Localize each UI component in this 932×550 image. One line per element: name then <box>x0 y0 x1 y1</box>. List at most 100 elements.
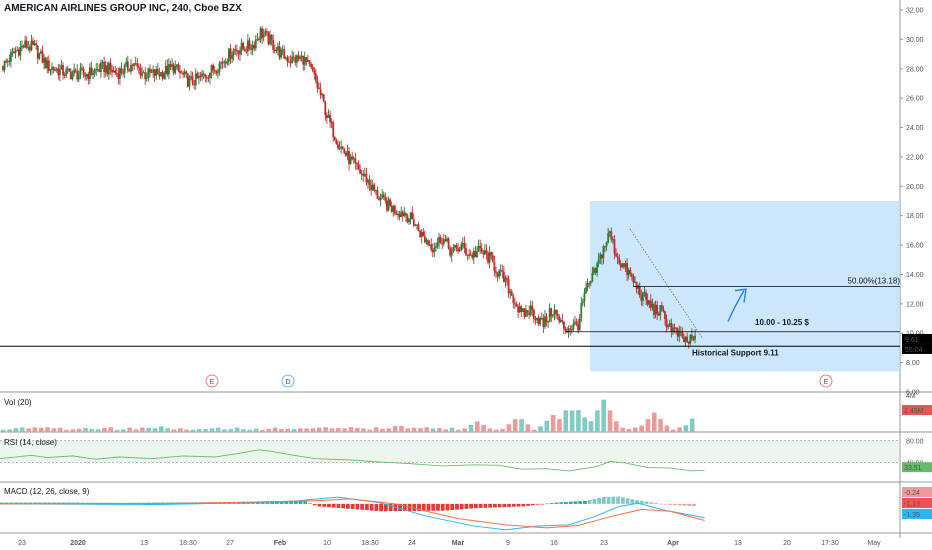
volume-bar <box>133 429 139 432</box>
candle-body <box>577 324 580 331</box>
candle-body <box>150 71 153 73</box>
macd-histogram-bar <box>611 496 616 504</box>
candle-body <box>409 212 412 219</box>
candle-body <box>428 244 431 246</box>
candle-body <box>3 60 6 71</box>
candle-body <box>232 49 235 56</box>
volume-bar <box>102 428 107 432</box>
candle-body <box>551 314 554 317</box>
candle-body <box>153 69 156 76</box>
macd-histogram-bar <box>492 503 497 508</box>
candle-body <box>512 295 515 304</box>
candle-body <box>381 194 384 198</box>
candle-body <box>651 304 654 308</box>
macd-histogram-bar <box>431 503 436 511</box>
candle-body <box>365 173 368 183</box>
candle-body <box>435 246 437 248</box>
candle-body <box>545 316 548 323</box>
candle-body <box>324 101 327 116</box>
volume-bar <box>418 428 423 432</box>
candle-body <box>493 261 496 272</box>
macd-histogram-bar <box>540 503 545 505</box>
volume-bar <box>380 428 385 432</box>
candle-body <box>85 74 88 77</box>
candle-body <box>163 73 166 79</box>
candle-body <box>632 276 635 283</box>
candle-body <box>627 269 630 275</box>
price-tick-label: 28.00 <box>906 66 924 73</box>
candle-body <box>107 63 110 75</box>
candle-body <box>292 56 295 58</box>
candle-body <box>423 236 426 243</box>
candle-body <box>337 144 339 149</box>
candle-body <box>642 292 644 301</box>
candle-body <box>502 271 505 282</box>
candle-body <box>362 173 365 176</box>
volume-bar <box>57 427 63 432</box>
macd-histogram-bar <box>578 501 583 504</box>
candle-body <box>104 65 107 73</box>
macd-histogram-bar <box>426 503 431 511</box>
candle-body <box>646 299 649 305</box>
candle-body <box>359 169 361 174</box>
volume-bar <box>348 427 354 432</box>
volume-bar <box>481 424 486 432</box>
candle-body <box>190 76 192 78</box>
volume-bar <box>51 428 57 432</box>
candle-body <box>319 89 322 96</box>
candle-body <box>343 149 346 154</box>
macd-histogram-bar <box>469 503 474 509</box>
candle-body <box>537 317 540 325</box>
candle-body <box>128 70 131 72</box>
candle-body <box>41 51 44 63</box>
candle-body <box>588 283 591 285</box>
macd-histogram-bar <box>687 503 692 506</box>
volume-bar <box>266 428 272 432</box>
volume-title: Vol (20) <box>4 398 32 407</box>
candle-body <box>278 46 281 58</box>
candle-body <box>653 304 655 316</box>
zone-label: 10.00 - 10.25 $ <box>755 318 809 327</box>
candle-body <box>528 312 531 315</box>
price-chart[interactable]: 32.00 30.00 28.00 26.00 24.00 22.00 20.00 18.00… <box>0 0 932 550</box>
candle-body <box>302 55 305 65</box>
macd-histogram-bar <box>620 497 625 504</box>
candle-body <box>624 263 627 268</box>
candle-body <box>33 43 36 45</box>
candle-body <box>490 252 493 256</box>
candle-body <box>466 254 469 256</box>
fib-label: 50.00%(13.18) <box>848 277 901 286</box>
candle-body <box>237 51 240 55</box>
candle-body <box>215 70 218 74</box>
candle-body <box>602 246 605 259</box>
volume-bar <box>89 429 95 432</box>
candle-body <box>242 42 245 49</box>
candle-body <box>134 63 137 65</box>
candle-body <box>422 231 425 237</box>
candle-body <box>378 198 380 201</box>
candle-body <box>521 308 524 312</box>
candle-body <box>348 151 350 165</box>
candle-body <box>248 40 251 49</box>
candle-body <box>89 67 91 80</box>
volume-bar <box>569 410 575 432</box>
candle-body <box>414 225 417 227</box>
volume-bar <box>443 429 448 432</box>
candle-body <box>137 66 140 68</box>
candle-body <box>659 305 662 316</box>
volume-bar <box>171 429 177 432</box>
candle-body <box>141 72 143 76</box>
candle-body <box>504 277 507 282</box>
candle-body <box>131 64 134 66</box>
candle-body <box>371 184 374 191</box>
candle-body <box>405 213 407 216</box>
candle-body <box>395 213 398 215</box>
candle-body <box>589 281 592 284</box>
volume-bar <box>228 429 234 432</box>
rsi-tick-label: 80.00 <box>906 438 924 445</box>
candle-body <box>485 250 488 254</box>
macd-histogram-bar <box>587 500 592 504</box>
candle-body <box>344 153 347 156</box>
volume-bar <box>392 425 398 432</box>
candle-body <box>540 318 543 320</box>
